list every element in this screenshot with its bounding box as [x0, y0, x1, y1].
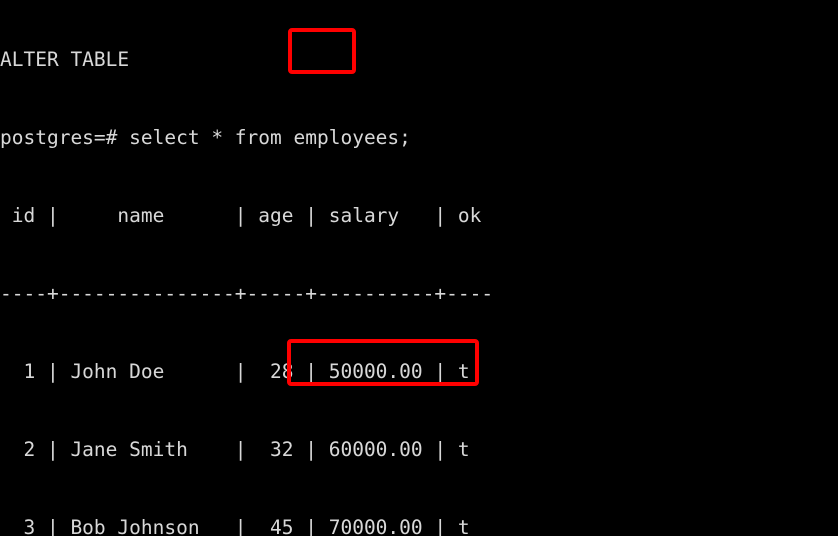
table-row: 3 | Bob Johnson | 45 | 70000.00 | t	[0, 516, 470, 536]
terminal-screen: ALTER TABLE postgres=# select * from emp…	[0, 0, 610, 536]
terminal-window[interactable]: ALTER TABLE postgres=# select * from emp…	[0, 0, 838, 536]
table-row: 2 | Jane Smith | 32 | 60000.00 | t	[0, 438, 470, 461]
table-1-header-row: id | name | age | salary | ok	[0, 204, 482, 227]
table-row: 1 | John Doe | 28 | 50000.00 | t	[0, 360, 470, 383]
terminal-line-select-query-1: postgres=# select * from employees;	[0, 126, 411, 149]
terminal-line-alter-table-partial: ALTER TABLE	[0, 48, 130, 71]
table-1-separator-row: ----+---------------+-----+----------+--…	[0, 282, 494, 305]
